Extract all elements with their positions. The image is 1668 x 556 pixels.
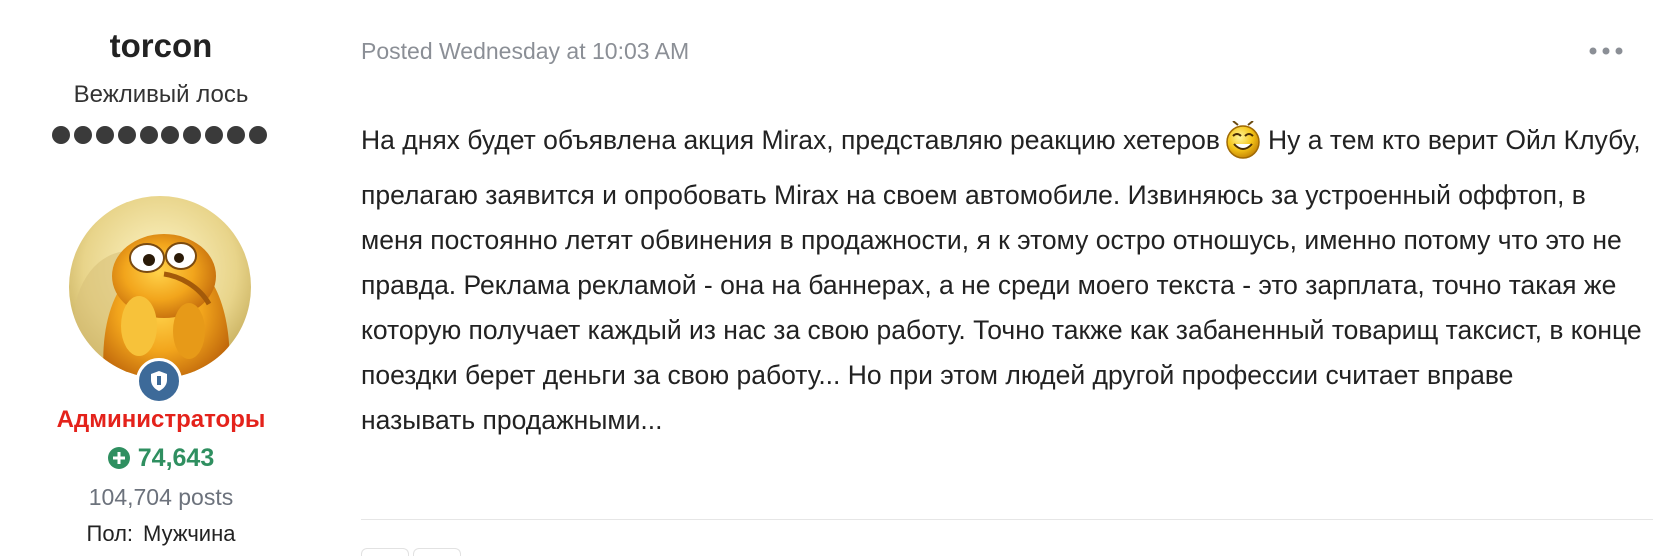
smiley-icon bbox=[1226, 120, 1260, 159]
rank-pips bbox=[52, 126, 267, 146]
post-date[interactable]: Posted Wednesday at 10:03 AM bbox=[361, 36, 689, 66]
more-dots-icon bbox=[1589, 47, 1623, 55]
rank-pip bbox=[183, 126, 202, 144]
post-text-2: Ну а тем кто верит Ойл Клубу, прелагаю з… bbox=[361, 125, 1642, 390]
rank-pip bbox=[205, 126, 224, 144]
author-group: Администраторы bbox=[56, 406, 266, 433]
rank-pip bbox=[248, 126, 267, 144]
rank-pip bbox=[52, 126, 70, 144]
post-paragraph: На днях будет объявлена акция Mirax, пре… bbox=[361, 118, 1651, 443]
smiley-emoticon bbox=[1224, 120, 1262, 173]
profile-field-value: Мужчина bbox=[143, 521, 236, 546]
post-text-1: На днях будет объявлена акция Mirax, пре… bbox=[361, 125, 1220, 155]
more-menu-button[interactable] bbox=[1586, 40, 1626, 62]
author-title: Вежливый лось bbox=[73, 81, 249, 108]
forum-post: torcon Вежливый лось Администраторы 74,6… bbox=[0, 0, 1668, 556]
reputation-value: 74,643 bbox=[137, 444, 215, 472]
plus-circle-icon bbox=[107, 447, 130, 469]
author-post-count: 104,704 posts bbox=[88, 484, 234, 510]
rank-pip bbox=[227, 126, 245, 144]
reaction-button[interactable] bbox=[413, 548, 461, 556]
post-text-3: называть продажными... bbox=[361, 405, 663, 435]
rank-pip bbox=[117, 126, 136, 144]
avatar-image bbox=[69, 196, 251, 378]
author-username[interactable]: torcon bbox=[0, 26, 322, 66]
profile-field-label: Пол: bbox=[86, 521, 134, 546]
group-badge bbox=[136, 358, 182, 404]
avatar[interactable] bbox=[69, 196, 251, 378]
rank-pip bbox=[139, 126, 158, 144]
profile-field-gender: Пол: Мужчина bbox=[0, 520, 322, 548]
author-reputation[interactable]: 74,643 bbox=[0, 443, 322, 473]
author-panel: torcon Вежливый лось Администраторы 74,6… bbox=[0, 0, 322, 556]
post-divider bbox=[361, 519, 1653, 520]
shield-icon bbox=[151, 371, 167, 391]
rank-pip bbox=[73, 126, 92, 144]
reaction-button[interactable] bbox=[361, 548, 409, 556]
rank-pip bbox=[161, 126, 180, 144]
rank-pip bbox=[95, 126, 114, 144]
post-body: На днях будет объявлена акция Mirax, пре… bbox=[361, 118, 1651, 443]
